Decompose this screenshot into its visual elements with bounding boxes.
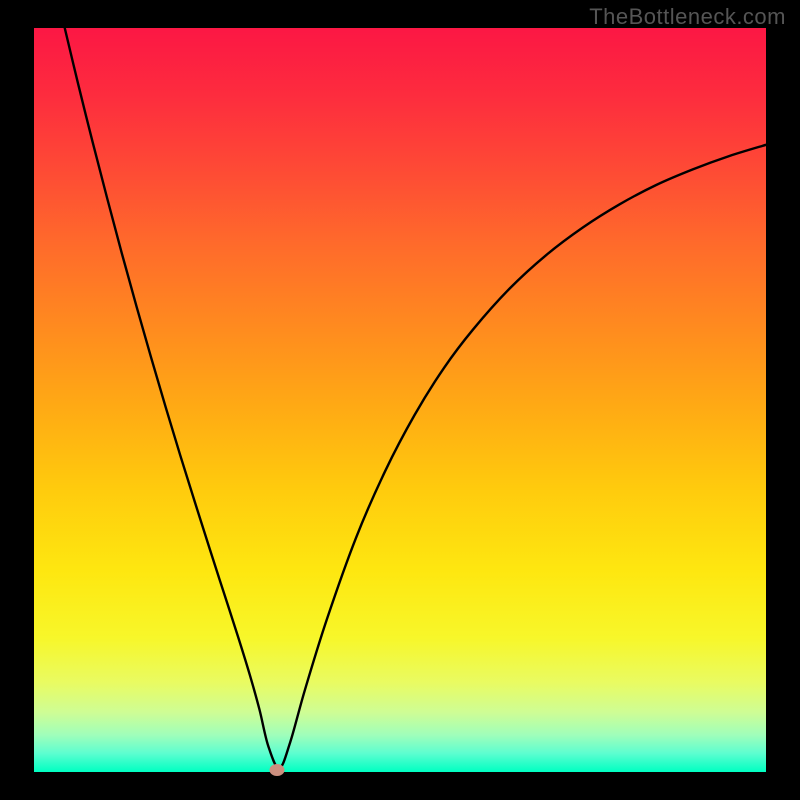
watermark-text: TheBottleneck.com (589, 4, 786, 30)
chart-frame: TheBottleneck.com (0, 0, 800, 800)
bottleneck-curve (65, 28, 766, 768)
optimum-marker (270, 764, 285, 776)
plot-area (34, 28, 766, 772)
curve-layer (34, 28, 766, 772)
